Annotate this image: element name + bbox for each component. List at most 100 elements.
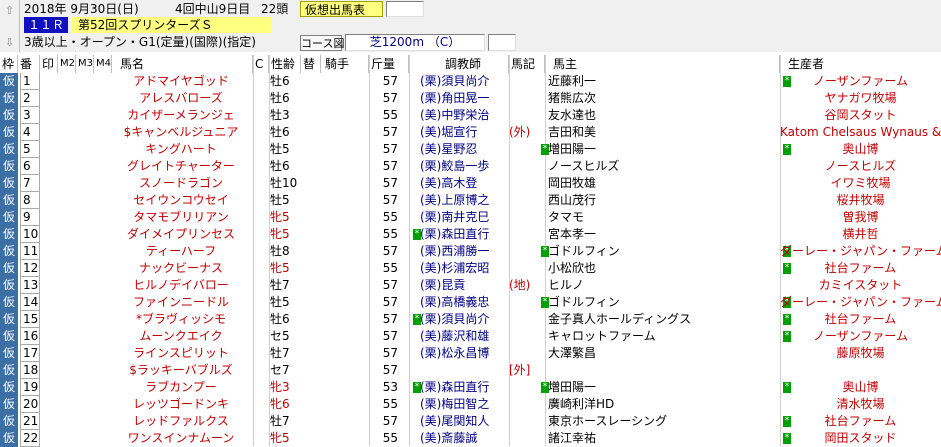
col-change[interactable]: 替 xyxy=(301,55,321,73)
trainer-cell: (栗)高橋義忠 xyxy=(420,295,490,309)
race-number: １１Ｒ xyxy=(24,17,68,33)
table-row[interactable]: 仮 20 レッツゴードンキ 牝6 55 (栗)梅田智之 廣崎利洋HD 清水牧場 xyxy=(0,396,941,413)
col-waku[interactable]: 枠 xyxy=(0,55,18,73)
breeder-cell: 社台ファーム xyxy=(824,312,897,326)
table-row[interactable]: 仮 19 ラブカンプー 牝3 53 * (栗)森田直行 * 増田陽一 * 奥山博 xyxy=(0,379,941,396)
waku-cell: 仮 xyxy=(0,73,18,90)
waku-cell: 仮 xyxy=(0,396,18,413)
col-sex-age[interactable]: 性齢 xyxy=(269,55,301,73)
horse-name-cell: ラブカンプー xyxy=(145,380,217,394)
col-horse-name[interactable]: 馬名 xyxy=(112,55,253,73)
horse-name-cell: レッツゴードンキ xyxy=(132,397,229,411)
owner-cell: 金子真人ホールディングス xyxy=(548,312,692,326)
number-cell: 8 xyxy=(20,192,40,209)
col-c[interactable]: C xyxy=(253,55,269,73)
race-conditions: 3歳以上・オープン・G1(定量)(国際)(指定) xyxy=(24,35,256,49)
table-row[interactable]: 仮 5 キングハート 牡5 57 (美)星野忍 * 増田陽一 * 奥山博 xyxy=(0,141,941,158)
owner-cell: タマモ xyxy=(548,210,585,224)
table-row[interactable]: 仮 3 カイザーメランジェ 牡3 55 (美)中野栄治 友水達也 谷岡スタット xyxy=(0,107,941,124)
table-row[interactable]: 仮 21 レッドファルクス 牡7 57 (美)尾関知人 東京ホースレーシング * 社台ファーム xyxy=(0,413,941,430)
table-row[interactable]: 仮 9 タマモブリリアン 牝5 55 (栗)南井克巳 タマモ 曽我博 xyxy=(0,209,941,226)
number-cell: 3 xyxy=(20,107,40,124)
breeder-cell: ダーレー・ジャパン・ファーム xyxy=(780,244,941,258)
trainer-cell: (美)中野栄治 xyxy=(420,108,490,122)
breeder-cell: Katom Chelsaus Wynaus & xyxy=(780,125,941,139)
course-extra-field[interactable] xyxy=(488,34,516,51)
number-cell: 19 xyxy=(20,379,40,396)
breeder-cell: ノーザンファーム xyxy=(812,74,909,88)
table-row[interactable]: 仮 1 アドマイヤゴッド 牡6 57 (栗)須貝尚介 近藤利一 * ノーザンファーム xyxy=(0,73,941,90)
trainer-cell: (美)高木登 xyxy=(420,176,478,190)
waku-cell: 仮 xyxy=(0,226,18,243)
trainer-cell: (栗)昆貢 xyxy=(420,278,466,292)
owner-cell: 猪熊広次 xyxy=(548,91,597,105)
weight-cell: 57 xyxy=(382,159,398,173)
prev-race-arrow-icon[interactable]: ⇧ xyxy=(0,2,19,19)
col-owner[interactable]: 馬主 xyxy=(545,55,780,73)
course-map-button[interactable]: コース図 xyxy=(300,35,344,51)
col-breeder[interactable]: 生産者 xyxy=(780,55,941,73)
waku-cell: 仮 xyxy=(0,260,18,277)
table-row[interactable]: 仮 4 $キャンベルジュニア 牡6 57 (美)堀宣行 (外) 吉田和美 Katom Chels… xyxy=(0,124,941,141)
race-name: 第52回スプリンターズＳ xyxy=(72,17,272,33)
sex-age-cell: 牡3 xyxy=(270,108,290,122)
table-row[interactable]: 仮 10 ダイメイプリンセス 牝5 55 * (栗)森田直行 宮本孝一 横井哲 xyxy=(0,226,941,243)
waku-cell: 仮 xyxy=(0,90,18,107)
col-m2[interactable]: M2 xyxy=(58,55,76,73)
number-cell: 10 xyxy=(20,226,40,243)
horse-name-cell: ラインスピリット xyxy=(133,346,229,360)
breeder-cell: 清水牧場 xyxy=(836,397,885,411)
weight-cell: 57 xyxy=(382,142,398,156)
note-cell: [外] xyxy=(509,363,531,377)
sex-age-cell: 牝3 xyxy=(270,380,290,394)
waku-cell: 仮 xyxy=(0,379,18,396)
weight-cell: 57 xyxy=(382,74,398,88)
table-row[interactable]: 仮 22 ワンスインナムーン 牝5 55 (美)斎藤誠 諸江幸祐 * 岡田スタッド xyxy=(0,430,941,447)
table-row[interactable]: 仮 6 グレイトチャーター 牡6 57 (栗)鮫島一歩 ノースヒルズ ノースヒルズ xyxy=(0,158,941,175)
col-trainer[interactable]: 調教師 xyxy=(409,55,509,73)
breeder-cell: ノーザンファーム xyxy=(812,329,909,343)
table-row[interactable]: 仮 2 アレスバローズ 牡6 57 (栗)角田晃一 猪熊広次 ヤナガワ牧場 xyxy=(0,90,941,107)
number-cell: 16 xyxy=(20,328,40,345)
col-number[interactable]: 番 xyxy=(18,55,40,73)
col-m4[interactable]: M4 xyxy=(94,55,112,73)
col-mark[interactable]: 印 xyxy=(40,55,58,73)
col-note[interactable]: 馬記 xyxy=(509,55,545,73)
note-cell xyxy=(509,345,539,362)
col-jockey[interactable]: 騎手 xyxy=(321,55,369,73)
waku-cell: 仮 xyxy=(0,345,18,362)
number-cell: 22 xyxy=(20,430,40,447)
table-row[interactable]: 仮 15 *ブラヴィッシモ 牡6 57 * (栗)須貝尚介 金子真人ホールディングス * 社台ファ… xyxy=(0,311,941,328)
weight-cell: 57 xyxy=(382,363,398,377)
col-m3[interactable]: M3 xyxy=(76,55,94,73)
note-cell xyxy=(509,294,539,311)
waku-cell: 仮 xyxy=(0,311,18,328)
table-row[interactable]: 仮 17 ラインスピリット 牡7 57 (栗)松永昌博 大澤繁昌 藤原牧場 xyxy=(0,345,941,362)
status-field[interactable] xyxy=(386,1,424,17)
sex-age-cell: セ5 xyxy=(270,329,290,343)
note-cell xyxy=(509,141,539,158)
table-row[interactable]: 仮 12 ナックビーナス 牝5 55 (美)杉浦宏昭 小松欣也 * 社台ファーム xyxy=(0,260,941,277)
trainer-cell: (栗)須貝尚介 xyxy=(420,312,490,326)
meeting-label: 4回中山9日目 xyxy=(175,2,251,16)
table-row[interactable]: 仮 13 ヒルノデイバロー 牡7 57 (栗)昆貢 (地) ヒルノ カミイスタット xyxy=(0,277,941,294)
weight-cell: 55 xyxy=(382,210,398,224)
waku-cell: 仮 xyxy=(0,175,18,192)
trainer-cell: (美)上原博之 xyxy=(420,193,490,207)
horse-name-cell: ダイメイプリンセス xyxy=(126,227,235,241)
horse-name-cell: タマモブリリアン xyxy=(133,210,229,224)
number-cell: 18 xyxy=(20,362,40,379)
trainer-cell: (栗)梅田智之 xyxy=(420,397,490,411)
horse-name-cell: アドマイヤゴッド xyxy=(133,74,229,88)
table-row[interactable]: 仮 16 ムーンクエイク セ5 57 (美)藤沢和雄 キャロットファーム * ノーザンファーム xyxy=(0,328,941,345)
next-race-arrow-icon[interactable]: ⇩ xyxy=(0,34,19,51)
table-row[interactable]: 仮 7 スノードラゴン 牡10 57 (美)高木登 岡田牧雄 イワミ牧場 xyxy=(0,175,941,192)
table-row[interactable]: 仮 14 ファインニードル 牡5 57 (栗)高橋義忠 * ゴドルフィン * ダーレー・ジャパン・… xyxy=(0,294,941,311)
number-cell: 20 xyxy=(20,396,40,413)
table-row[interactable]: 仮 18 $ラッキーバブルズ セ7 57 [外] xyxy=(0,362,941,379)
table-row[interactable]: 仮 8 セイウンコウセイ 牡5 57 (美)上原博之 西山茂行 桜井牧場 xyxy=(0,192,941,209)
sex-age-cell: 牡5 xyxy=(270,142,290,156)
col-weight[interactable]: 斤量 xyxy=(369,55,409,73)
table-row[interactable]: 仮 11 ティーハーフ 牡8 57 (栗)西浦勝一 * ゴドルフィン * ダーレー・ジャパン・ファ… xyxy=(0,243,941,260)
waku-cell: 仮 xyxy=(0,158,18,175)
